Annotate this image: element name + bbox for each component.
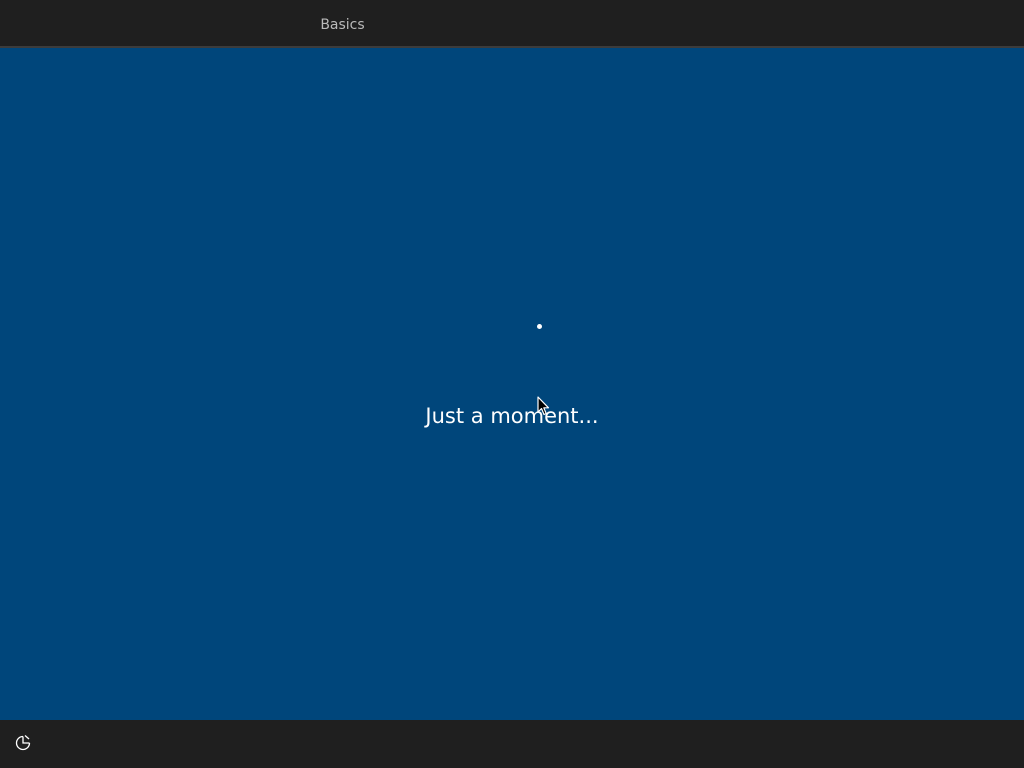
ease-of-access-button[interactable] xyxy=(12,734,34,756)
tab-basics[interactable]: Basics xyxy=(245,0,440,48)
mouse-pointer-icon xyxy=(537,396,551,420)
loading-spinner-icon xyxy=(537,324,542,329)
status-message: Just a moment... xyxy=(425,404,599,428)
top-bar: Basics xyxy=(0,0,1024,48)
ease-of-access-icon xyxy=(14,734,32,756)
bottom-bar xyxy=(0,720,1024,768)
main-content: Just a moment... xyxy=(0,48,1024,720)
tab-basics-label: Basics xyxy=(320,17,365,33)
